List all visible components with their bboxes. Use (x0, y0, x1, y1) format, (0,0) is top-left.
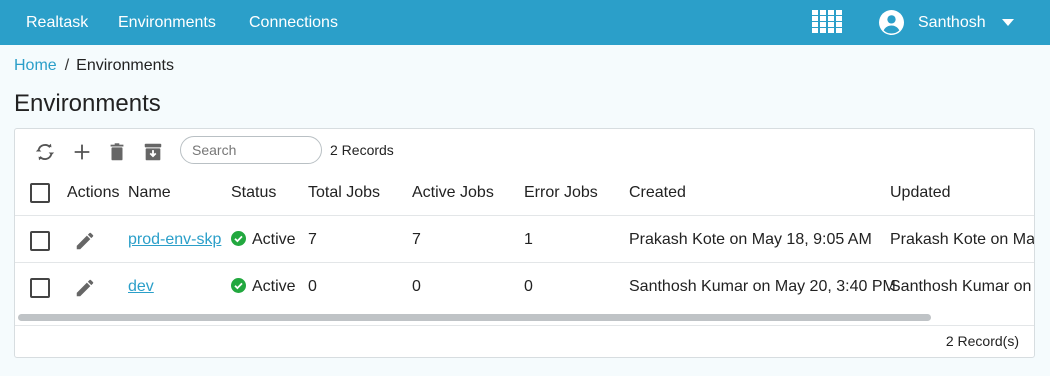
top-navbar: Realtask Environments Connections Santho… (0, 0, 1050, 45)
refresh-icon[interactable] (34, 141, 56, 163)
environment-name-link[interactable]: prod-env-skp (128, 216, 221, 263)
chevron-down-icon[interactable] (1002, 19, 1014, 26)
search-input[interactable] (180, 136, 322, 164)
column-header-total-jobs[interactable]: Total Jobs (308, 170, 380, 215)
updated-value: Santhosh Kumar on M (890, 278, 1035, 295)
nav-environments[interactable]: Environments (118, 0, 216, 45)
total-jobs-value: 0 (308, 278, 317, 295)
add-icon[interactable] (71, 141, 93, 163)
breadcrumb-home[interactable]: Home (14, 57, 57, 74)
horizontal-scrollbar[interactable] (18, 313, 1032, 322)
status-label: Active (252, 231, 296, 248)
table-row: prod-env-skp Active 7 7 1 Prakash Kote o… (15, 215, 1035, 263)
nav-connections[interactable]: Connections (249, 0, 338, 45)
column-header-error-jobs[interactable]: Error Jobs (524, 170, 598, 215)
status-badge: Active (231, 216, 296, 263)
table-row: dev Active 0 0 0 Santhosh Kumar on May 2… (15, 262, 1035, 310)
table-header-row: Actions Name Status Total Jobs Active Jo… (15, 170, 1034, 215)
table-footer-divider (15, 325, 1034, 326)
scrollbar-thumb[interactable] (18, 314, 931, 321)
created-value: Santhosh Kumar on May 20, 3:40 PM (629, 278, 896, 295)
column-header-status[interactable]: Status (231, 170, 276, 215)
active-jobs-value: 0 (412, 278, 421, 295)
column-header-name[interactable]: Name (128, 170, 171, 215)
user-menu-name[interactable]: Santhosh (918, 0, 986, 45)
active-jobs-value: 7 (412, 231, 421, 248)
column-header-updated[interactable]: Updated (890, 170, 951, 215)
nav-realtask[interactable]: Realtask (26, 0, 88, 45)
error-jobs-value: 0 (524, 278, 533, 295)
breadcrumb-separator: / (64, 57, 70, 74)
account-circle-icon[interactable] (879, 10, 904, 35)
row-checkbox[interactable] (30, 231, 50, 251)
environment-name-link[interactable]: dev (128, 263, 154, 310)
select-all-checkbox[interactable] (30, 183, 50, 203)
archive-icon[interactable] (142, 141, 164, 163)
total-jobs-value: 7 (308, 231, 317, 248)
footer-records-count: 2 Record(s) (945, 333, 1019, 349)
delete-icon[interactable] (106, 141, 128, 163)
environments-table: Actions Name Status Total Jobs Active Jo… (15, 170, 1035, 312)
grid-apps-icon[interactable] (812, 10, 842, 34)
column-header-active-jobs[interactable]: Active Jobs (412, 170, 494, 215)
column-header-actions: Actions (67, 184, 120, 201)
updated-value: Prakash Kote on May (890, 231, 1035, 248)
edit-icon[interactable] (74, 277, 96, 299)
records-count: 2 Records (330, 142, 394, 158)
created-value: Prakash Kote on May 18, 9:05 AM (629, 231, 872, 248)
status-badge: Active (231, 263, 296, 310)
environments-panel: 2 Records Actions Name Status Total Jobs… (14, 128, 1035, 358)
row-checkbox[interactable] (30, 278, 50, 298)
check-circle-icon (231, 231, 246, 246)
check-circle-icon (231, 278, 246, 293)
edit-icon[interactable] (74, 230, 96, 252)
breadcrumb-current: Environments (76, 57, 174, 74)
status-label: Active (252, 278, 296, 295)
page-title: Environments (14, 90, 161, 117)
error-jobs-value: 1 (524, 231, 533, 248)
breadcrumb: Home / Environments (14, 55, 174, 77)
column-header-created[interactable]: Created (629, 170, 686, 215)
